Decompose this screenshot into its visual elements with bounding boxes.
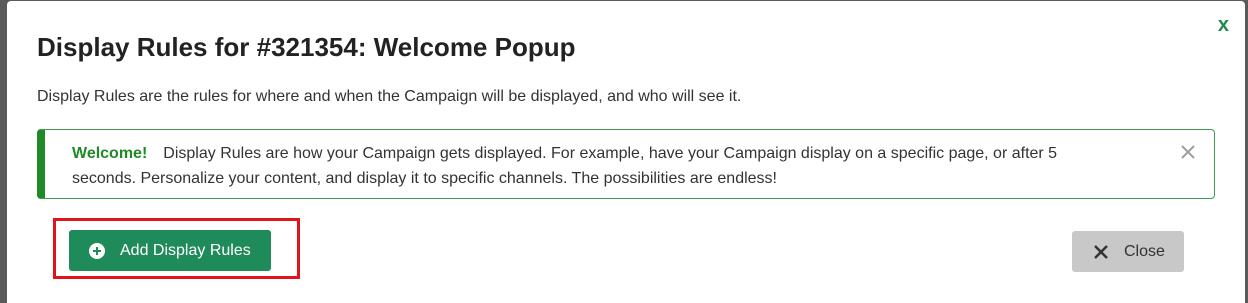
add-display-rules-label: Add Display Rules xyxy=(120,241,251,259)
close-button[interactable]: Close xyxy=(1072,231,1184,272)
add-display-rules-button[interactable]: Add Display Rules xyxy=(69,230,271,271)
display-rules-modal: x Display Rules for #321354: Welcome Pop… xyxy=(7,1,1245,303)
modal-title: Display Rules for #321354: Welcome Popup xyxy=(37,32,576,62)
modal-close-x[interactable]: x xyxy=(1218,15,1229,35)
welcome-alert: Welcome! Display Rules are how your Campa… xyxy=(37,129,1215,199)
alert-message: Display Rules are how your Campaign gets… xyxy=(72,145,1058,187)
plus-circle-icon xyxy=(89,242,105,259)
x-icon xyxy=(1094,244,1108,259)
alert-close-icon[interactable] xyxy=(1178,142,1198,162)
close-button-label: Close xyxy=(1124,242,1165,260)
alert-heading: Welcome! xyxy=(72,145,148,162)
modal-description: Display Rules are the rules for where an… xyxy=(37,88,742,105)
